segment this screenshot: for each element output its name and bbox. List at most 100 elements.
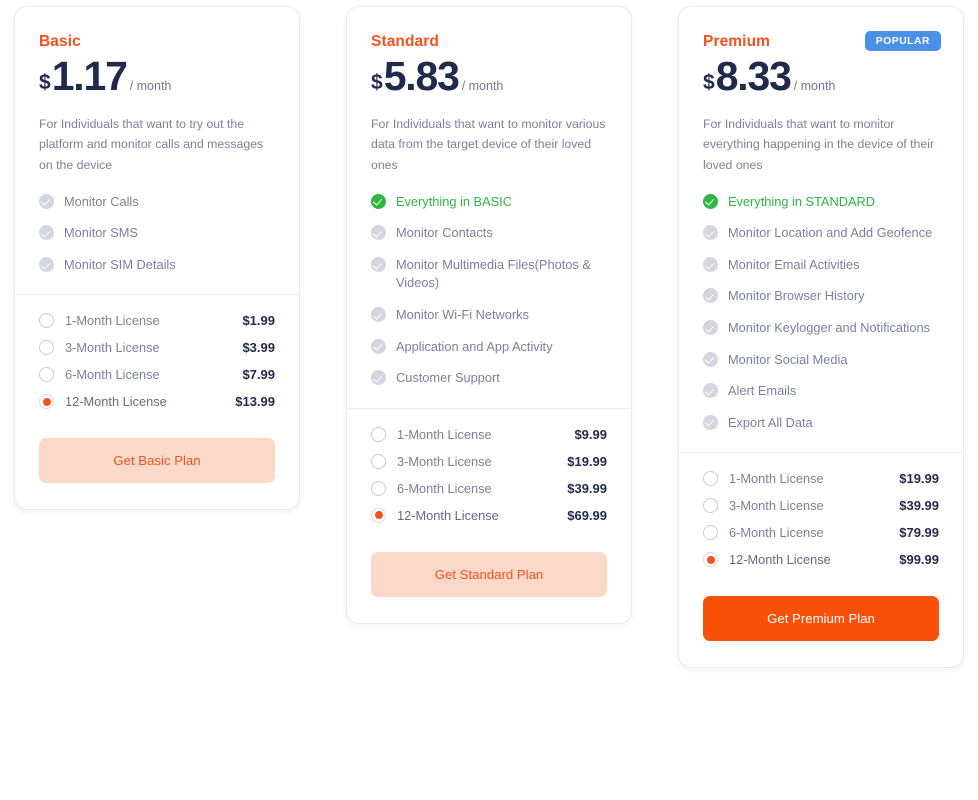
check-circle-icon (371, 193, 386, 209)
license-label: 3-Month License (65, 340, 160, 356)
feature-item: Monitor Wi-Fi Networks (371, 306, 607, 325)
plan-description: For Individuals that want to monitor var… (371, 117, 606, 172)
license-option[interactable]: 1-Month License $1.99 (39, 313, 275, 329)
feature-label: Monitor SIM Details (64, 256, 176, 272)
license-option[interactable]: 3-Month License $19.99 (371, 453, 607, 469)
radio-button[interactable] (371, 426, 386, 442)
feature-item: Monitor Contacts (371, 224, 607, 243)
get-plan-button-basic[interactable]: Get Basic Plan (39, 438, 275, 484)
license-option[interactable]: 12-Month License $69.99 (371, 507, 607, 523)
feature-label: Monitor Browser History (728, 288, 865, 304)
license-price: $19.99 (899, 471, 939, 487)
feature-label: Monitor Location and Add Geofence (728, 225, 933, 241)
price-amount: 1.17 (51, 53, 128, 99)
radio-button[interactable] (39, 394, 54, 410)
feature-label: Everything in STANDARD (728, 193, 875, 209)
radio-button[interactable] (371, 507, 386, 523)
check-circle-icon (703, 256, 718, 272)
radio-button[interactable] (39, 313, 54, 329)
license-price: $7.99 (242, 367, 275, 383)
price-amount: 5.83 (383, 53, 460, 99)
price-amount: 8.33 (715, 53, 792, 99)
plan-description: For Individuals that want to monitor eve… (703, 117, 935, 172)
license-option[interactable]: 1-Month License $19.99 (703, 471, 939, 487)
feature-item: Monitor Location and Add Geofence (703, 224, 939, 243)
license-label: 3-Month License (397, 453, 492, 469)
radio-button[interactable] (703, 471, 718, 487)
license-label: 1-Month License (65, 313, 160, 329)
plan-price: $8.33/ month (703, 56, 939, 97)
feature-item: Monitor Browser History (703, 287, 939, 306)
price-period: / month (793, 79, 836, 93)
get-plan-button-premium[interactable]: Get Premium Plan (703, 596, 939, 642)
popular-badge: POPULAR (864, 31, 941, 51)
license-price: $39.99 (899, 498, 939, 514)
license-option[interactable]: 12-Month License $13.99 (39, 394, 275, 410)
plan-name: Basic (39, 33, 81, 50)
feature-list: Monitor Calls Monitor SMS Monitor SIM Deta… (15, 193, 299, 288)
license-options: 1-Month License $9.99 3-Month License $19.9… (347, 409, 631, 535)
feature-item: Monitor Email Activities (703, 256, 939, 275)
pricing-plans-container: Basic $1.17 / month For Individuals that wa… (0, 0, 978, 800)
check-circle-icon (703, 288, 718, 304)
check-circle-icon (39, 193, 54, 209)
license-price: $3.99 (242, 340, 275, 356)
license-label: 6-Month License (397, 480, 492, 496)
license-option[interactable]: 3-Month License $39.99 (703, 498, 939, 514)
feature-item: Monitor Multimedia Files(Photos & Videos… (371, 256, 607, 293)
check-circle-icon (703, 320, 718, 336)
currency-symbol: $ (703, 71, 715, 94)
license-option[interactable]: 6-Month License $79.99 (703, 525, 939, 541)
check-circle-icon (371, 256, 386, 272)
feature-item: Customer Support (371, 369, 607, 388)
license-price: $9.99 (574, 426, 607, 442)
plan-card-standard: Standard $5.83/ month For Individuals that… (346, 6, 632, 624)
feature-label: Export All Data (728, 414, 813, 430)
check-circle-icon (371, 225, 386, 241)
license-price: $19.99 (567, 453, 607, 469)
plan-card-basic: Basic $1.17/ month For Individuals that wa… (14, 6, 300, 511)
plan-header-basic: Basic $1.17/ month For Individuals that wa… (15, 7, 299, 193)
check-circle-icon (371, 338, 386, 354)
license-option[interactable]: 6-Month License $39.99 (371, 480, 607, 496)
license-price: $13.99 (235, 394, 275, 410)
license-options: 1-Month License $19.99 3-Month License $39.… (679, 453, 963, 579)
feature-item: Monitor Keylogger and Notifications (703, 319, 939, 338)
license-price: $39.99 (567, 480, 607, 496)
feature-label: Monitor Keylogger and Notifications (728, 320, 931, 336)
feature-item: Everything in STANDARD (703, 193, 939, 212)
feature-label: Monitor Email Activities (728, 256, 860, 272)
radio-button[interactable] (371, 453, 386, 469)
feature-label: Alert Emails (728, 383, 797, 399)
license-option[interactable]: 1-Month License $9.99 (371, 426, 607, 442)
license-label: 12-Month License (397, 507, 499, 523)
license-price: $99.99 (899, 552, 939, 568)
plan-description: For Individuals that want to try out the… (39, 117, 264, 172)
get-plan-button-standard[interactable]: Get Standard Plan (371, 551, 607, 597)
feature-label: Application and App Activity (396, 338, 553, 354)
feature-item: Export All Data (703, 414, 939, 433)
check-circle-icon (371, 307, 386, 323)
license-label: 1-Month License (729, 471, 824, 487)
radio-button[interactable] (371, 480, 386, 496)
check-circle-icon (703, 351, 718, 367)
radio-button[interactable] (703, 498, 718, 514)
check-circle-icon (703, 414, 718, 430)
radio-button[interactable] (39, 340, 54, 356)
radio-button[interactable] (703, 525, 718, 541)
radio-button[interactable] (39, 367, 54, 383)
feature-label: Monitor Wi-Fi Networks (396, 307, 529, 323)
license-option[interactable]: 3-Month License $3.99 (39, 340, 275, 356)
radio-button[interactable] (703, 552, 718, 568)
feature-item: Alert Emails (703, 382, 939, 401)
plan-card-premium: POPULAR Premium $8.33/ month For Individual… (678, 6, 964, 669)
price-period: / month (461, 79, 504, 93)
feature-list: Everything in STANDARD Monitor Location a… (679, 193, 963, 445)
check-circle-icon (39, 256, 54, 272)
check-circle-icon (703, 193, 718, 209)
license-option[interactable]: 12-Month License $99.99 (703, 552, 939, 568)
license-label: 6-Month License (65, 367, 160, 383)
license-price: $79.99 (899, 525, 939, 541)
license-option[interactable]: 6-Month License $7.99 (39, 367, 275, 383)
feature-item: Monitor Social Media (703, 351, 939, 370)
